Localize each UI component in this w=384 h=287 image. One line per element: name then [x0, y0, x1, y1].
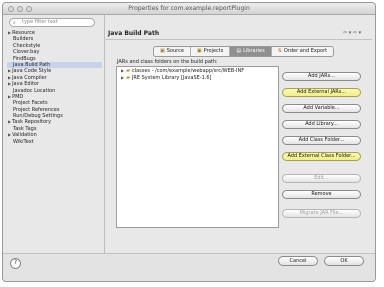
- sidebar-item-label: Task Repository: [12, 119, 52, 126]
- add-external-jars-button[interactable]: Add External JARs...: [282, 88, 361, 97]
- tab-icon: ▣: [196, 48, 202, 54]
- search-icon: ⌕: [13, 20, 16, 26]
- title-bar: Properties for com.example.reportPlugin: [3, 3, 375, 15]
- tab-icon: ▤: [236, 48, 242, 54]
- expand-arrow-icon[interactable]: ▶: [8, 132, 11, 137]
- tab-order-and-export[interactable]: ⇅ Order and Export: [272, 47, 333, 56]
- expand-arrow-icon[interactable]: ▶: [8, 81, 11, 86]
- sidebar-item-label: Builders: [13, 36, 34, 43]
- ok-button[interactable]: OK: [324, 256, 364, 266]
- sidebar-item-label: Java Compiler: [12, 74, 47, 81]
- tab-source[interactable]: ▣ Source: [154, 47, 191, 56]
- filter-placeholder: type filter text: [22, 19, 58, 25]
- header-separator: [106, 39, 372, 40]
- expand-arrow-icon[interactable]: ▶: [121, 75, 124, 80]
- sidebar-item-label: Clover.bay: [13, 49, 40, 56]
- library-entry[interactable]: ▶ ▰ classes - /com/example/webapp/src/WEB-…: [117, 67, 278, 74]
- sidebar-item-label: Checkstyle: [13, 42, 41, 49]
- expand-arrow-icon[interactable]: ▶: [8, 94, 11, 99]
- library-entry[interactable]: ▶ ▰ JRE System Library [JavaSE-1.6]: [117, 74, 278, 81]
- add-jars-button[interactable]: Add JARs...: [282, 72, 361, 81]
- window-title: Properties for com.example.reportPlugin: [128, 5, 250, 12]
- tab-label: Order and Export: [283, 48, 328, 54]
- tab-icon: ⇅: [277, 48, 282, 54]
- property-pages-tree: ▶Resource Builders Checkstyle Clover.bay Fin…: [7, 30, 102, 145]
- edit-button: Edit...: [282, 174, 361, 183]
- tab-icon: ▣: [160, 48, 165, 54]
- dialog-footer: [3, 253, 375, 281]
- expand-arrow-icon[interactable]: ▶: [8, 119, 11, 124]
- tab-label: Source: [166, 48, 184, 54]
- history-nav-icons[interactable]: ⇦ ▾ ⇨ ▾: [343, 30, 361, 36]
- remove-button[interactable]: Remove: [282, 190, 361, 199]
- libraries-list[interactable]: ▶ ▰ classes - /com/example/webapp/src/WEB-…: [116, 66, 279, 228]
- tab-label: Libraries: [243, 48, 265, 54]
- sidebar-item-label: Java Code Style: [12, 68, 52, 75]
- sidebar-item-label: WikiText: [13, 138, 34, 145]
- add-variable-button[interactable]: Add Variable...: [282, 104, 361, 113]
- tab-label: Projects: [203, 48, 224, 54]
- expand-arrow-icon[interactable]: ▶: [8, 68, 11, 73]
- sidebar-item-label: Run/Debug Settings: [13, 113, 63, 120]
- expand-arrow-icon[interactable]: ▶: [121, 68, 124, 73]
- build-path-tabs: ▣ Source ▣ Projects ▤ Libraries ⇅ Order and Exp…: [153, 46, 335, 57]
- sidebar-item-label: FindBugs: [13, 55, 36, 62]
- expand-arrow-icon[interactable]: ▶: [8, 30, 11, 35]
- sidebar-item-label: Task Tags: [13, 125, 37, 132]
- add-class-folder-button[interactable]: Add Class Folder...: [282, 136, 361, 145]
- sidebar-item-label: PMD: [12, 93, 24, 100]
- library-entry-label: JRE System Library [JavaSE-1.6]: [131, 75, 212, 81]
- page-title: Java Build Path: [108, 30, 160, 37]
- add-external-class-folder-button[interactable]: Add External Class Folder...: [282, 152, 361, 161]
- sidebar-item-label: Project References: [13, 106, 60, 113]
- sidebar-item-label: Resource: [12, 30, 36, 36]
- sidebar-item[interactable]: WikiText: [7, 139, 102, 145]
- cancel-button[interactable]: Cancel: [278, 256, 318, 266]
- add-library-button[interactable]: Add Library...: [282, 120, 361, 129]
- sidebar-item-label: Project Facets: [13, 100, 48, 107]
- expand-arrow-icon[interactable]: ▶: [8, 75, 11, 80]
- properties-window: Properties for com.example.reportPlugin …: [2, 2, 376, 282]
- tab-libraries[interactable]: ▤ Libraries: [230, 47, 272, 56]
- filter-input[interactable]: ⌕ type filter text: [9, 18, 95, 27]
- sidebar-item-label: Java Build Path: [13, 61, 51, 68]
- libraries-caption: JARs and class folders on the build path…: [117, 59, 218, 65]
- sidebar-item-label: Javadoc Location: [13, 87, 56, 94]
- help-button[interactable]: ?: [10, 258, 21, 269]
- sidebar-item-label: Validation: [12, 132, 37, 139]
- migrate-jar-file-button: Migrate JAR File...: [282, 209, 361, 218]
- sash-divider[interactable]: [104, 15, 105, 253]
- tab-projects[interactable]: ▣ Projects: [191, 47, 231, 56]
- jar-icon: ▰: [126, 75, 130, 81]
- sidebar-item-label: Java Editor: [12, 81, 40, 88]
